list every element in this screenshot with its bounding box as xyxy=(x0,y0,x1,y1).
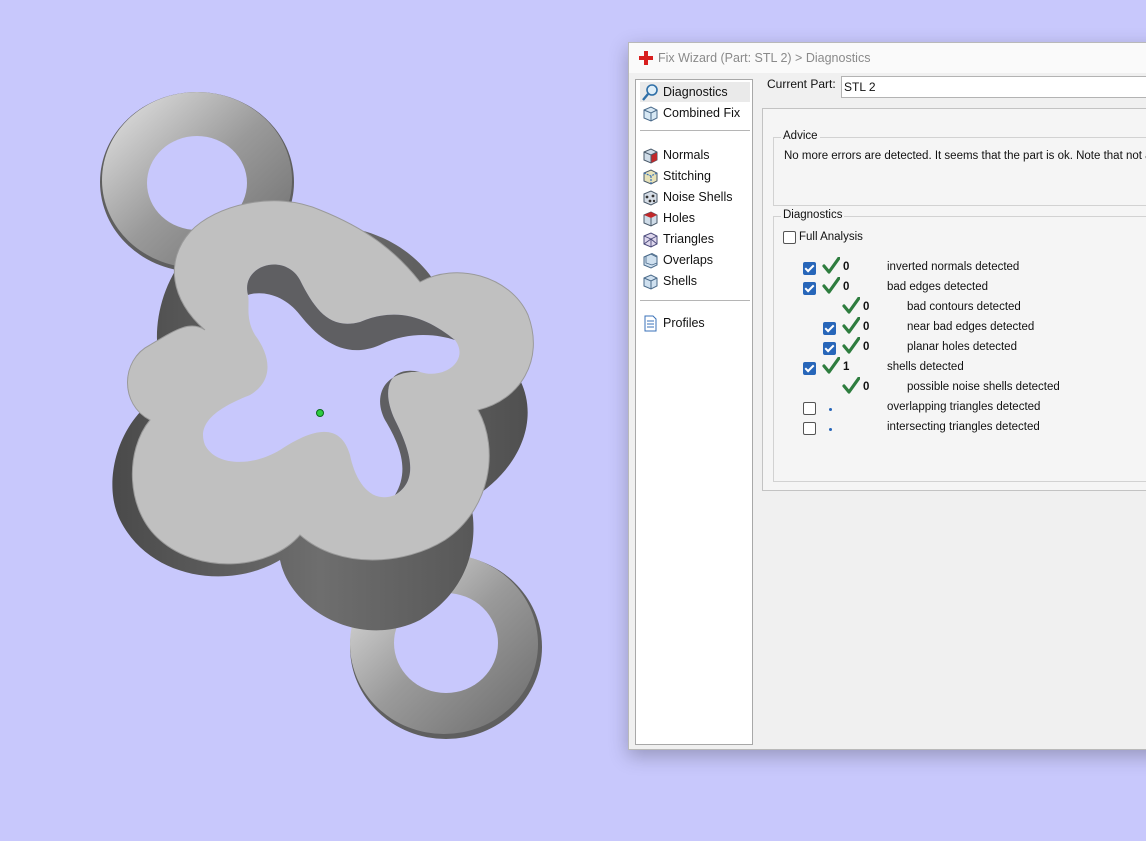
current-part-value: STL 2 xyxy=(844,80,876,94)
green-check-icon xyxy=(842,337,860,354)
row-label: bad edges detected xyxy=(887,281,989,293)
row-checkbox[interactable] xyxy=(803,262,816,275)
row-label: bad contours detected xyxy=(907,301,1021,313)
status-dot-icon xyxy=(829,408,832,411)
nav-item-label: Holes xyxy=(663,211,695,225)
advice-title: Advice xyxy=(781,130,820,142)
nav-item-label: Profiles xyxy=(663,316,705,330)
content-area: Current Part: STL 2 Advice No more error… xyxy=(759,73,1146,749)
row-checkbox[interactable] xyxy=(823,342,836,355)
nav-separator xyxy=(640,130,750,131)
row-checkbox[interactable] xyxy=(803,362,816,375)
row-label: possible noise shells detected xyxy=(907,381,1060,393)
row-checkbox[interactable] xyxy=(803,282,816,295)
row-checkbox[interactable] xyxy=(823,322,836,335)
row-count: 0 xyxy=(863,341,870,353)
full-analysis-label: Full Analysis xyxy=(799,231,863,243)
diagnostics-title: Diagnostics xyxy=(781,209,845,221)
document-icon xyxy=(644,315,657,332)
holes-cube-icon xyxy=(643,211,658,227)
diag-row-noise-shells: 0 possible noise shells detected xyxy=(774,377,1146,396)
magnifier-icon xyxy=(642,84,658,101)
row-count: 0 xyxy=(863,321,870,333)
nav-item-label: Triangles xyxy=(663,232,714,246)
green-check-icon xyxy=(822,357,840,374)
stitching-cube-icon xyxy=(643,169,658,185)
green-check-icon xyxy=(822,257,840,274)
row-label: near bad edges detected xyxy=(907,321,1035,333)
green-check-icon xyxy=(822,277,840,294)
row-checkbox[interactable] xyxy=(803,422,816,435)
row-label: planar holes detected xyxy=(907,341,1017,353)
nav-separator xyxy=(640,300,750,301)
row-label: intersecting triangles detected xyxy=(887,421,1040,433)
nav-item-label: Normals xyxy=(663,148,710,162)
nav-item-label: Stitching xyxy=(663,169,711,183)
diag-row-planar-holes: 0 planar holes detected xyxy=(774,337,1146,356)
advice-group: Advice No more errors are detected. It s… xyxy=(773,130,1146,206)
nav-item-label: Diagnostics xyxy=(663,85,728,99)
fix-wizard-dialog: Fix Wizard (Part: STL 2) > Diagnostics D… xyxy=(628,42,1146,750)
row-label: inverted normals detected xyxy=(887,261,1020,273)
nav-item-label: Noise Shells xyxy=(663,190,733,204)
normals-cube-icon xyxy=(643,148,658,164)
green-check-icon xyxy=(842,377,860,394)
diag-row-inverted-normals: 0 inverted normals detected xyxy=(774,257,1146,276)
row-label: overlapping triangles detected xyxy=(887,401,1041,413)
diagnostics-panel: Advice No more errors are detected. It s… xyxy=(762,108,1146,491)
nav-item-label: Shells xyxy=(663,274,698,288)
status-dot-icon xyxy=(829,428,832,431)
row-count: 0 xyxy=(843,261,850,273)
row-count: 0 xyxy=(863,381,870,393)
nav-item-label: Combined Fix xyxy=(663,106,741,120)
diag-row-bad-contours: 0 bad contours detected xyxy=(774,297,1146,316)
diag-row-intersecting-triangles: intersecting triangles detected xyxy=(774,420,1146,436)
overlaps-cube-icon xyxy=(643,253,658,269)
pivot-point[interactable] xyxy=(316,409,324,417)
wizard-nav: Diagnostics Combined Fix Normals Stitchi xyxy=(635,79,753,745)
diag-row-near-bad-edges: 0 near bad edges detected xyxy=(774,317,1146,336)
diag-row-bad-edges: 0 bad edges detected xyxy=(774,277,1146,296)
nav-item-diagnostics[interactable]: Diagnostics xyxy=(640,82,750,102)
shells-cube-icon xyxy=(643,274,658,290)
diag-row-overlapping-triangles: overlapping triangles detected xyxy=(774,400,1146,416)
green-check-icon xyxy=(842,297,860,314)
red-cross-icon xyxy=(639,51,653,65)
window-title: Fix Wizard (Part: STL 2) > Diagnostics xyxy=(658,51,871,65)
advice-text: No more errors are detected. It seems th… xyxy=(784,150,1146,162)
full-analysis-checkbox[interactable] xyxy=(783,231,796,244)
title-bar[interactable]: Fix Wizard (Part: STL 2) > Diagnostics xyxy=(629,43,1146,73)
row-count: 0 xyxy=(843,281,850,293)
current-part-label: Current Part: xyxy=(767,77,836,91)
cube-icon xyxy=(643,106,658,122)
noise-shells-icon xyxy=(643,190,658,206)
current-part-field[interactable]: STL 2 xyxy=(841,76,1146,98)
row-count: 1 xyxy=(843,361,850,373)
row-label: shells detected xyxy=(887,361,964,373)
nav-item-label: Overlaps xyxy=(663,253,714,267)
triangles-cube-icon xyxy=(643,232,658,248)
green-check-icon xyxy=(842,317,860,334)
diagnostics-group: Diagnostics Full Analysis 0 inverted nor… xyxy=(773,209,1146,482)
row-checkbox[interactable] xyxy=(803,402,816,415)
diag-row-shells: 1 shells detected xyxy=(774,357,1146,376)
row-count: 0 xyxy=(863,301,870,313)
